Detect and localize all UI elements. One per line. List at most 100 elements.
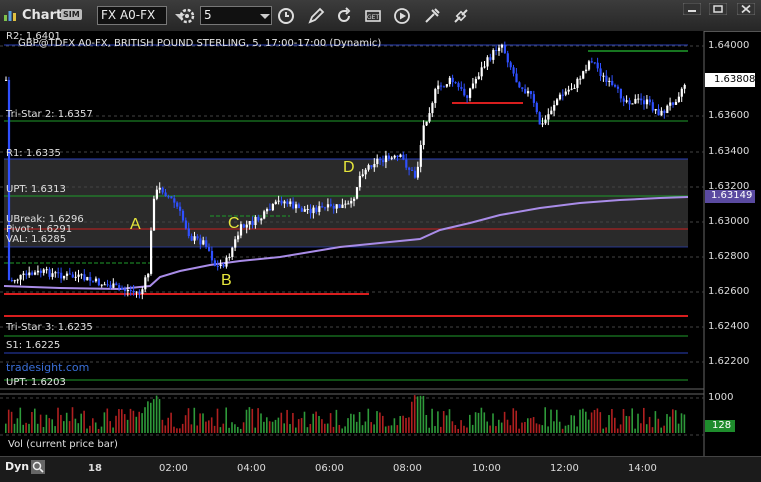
candle [576, 78, 579, 88]
candle [228, 257, 231, 259]
candle [387, 155, 390, 159]
volume-bar [277, 417, 280, 433]
candle [593, 62, 596, 64]
candle [25, 273, 28, 276]
volume-bar [83, 410, 85, 433]
volume-bar [51, 419, 53, 433]
volume-bar [361, 425, 364, 433]
candle [106, 284, 109, 286]
level-upt-2: UPT: 1.6203 [6, 377, 66, 388]
candle [300, 208, 303, 212]
candle [71, 274, 74, 278]
candle [663, 110, 666, 114]
candle [251, 221, 254, 226]
candle [573, 87, 576, 89]
volume-bar [289, 424, 291, 433]
candle [254, 216, 257, 226]
candle [31, 272, 34, 275]
volume-bar [596, 408, 599, 433]
volume-bar [657, 418, 660, 433]
volume-bar [16, 418, 19, 433]
candle [158, 187, 161, 190]
volume-bar [48, 418, 51, 433]
volume-last-flag: 128 [712, 420, 732, 431]
volume-bar [541, 425, 544, 433]
candle [640, 98, 643, 101]
candle [135, 291, 138, 293]
candle [608, 80, 611, 82]
time-label: 18 [88, 463, 102, 474]
volume-bar [245, 409, 248, 433]
candle [527, 91, 530, 94]
candle [524, 88, 527, 94]
candle [402, 154, 405, 160]
candle [271, 204, 274, 211]
candle [451, 77, 454, 83]
volume-bar [71, 407, 74, 433]
candle [619, 88, 622, 99]
candle [442, 86, 446, 88]
volume-bar [576, 426, 578, 433]
candle [303, 209, 306, 212]
volume-bar [22, 424, 24, 433]
volume-bar [355, 421, 358, 433]
volume-bar [329, 413, 332, 433]
annotation-b: B [221, 272, 232, 289]
candle [495, 50, 498, 52]
volume-bar [382, 415, 384, 433]
volume-bar [431, 408, 433, 433]
price-chart[interactable]: A B C D [0, 0, 761, 481]
candle [97, 278, 100, 286]
volume-bar [28, 423, 30, 433]
volume-bar [674, 410, 677, 433]
volume-bar [422, 395, 425, 433]
volume-bar [123, 414, 126, 433]
candle [234, 239, 237, 248]
volume-bar [263, 421, 265, 433]
candle [245, 224, 248, 228]
candle [457, 83, 460, 88]
candle [63, 275, 66, 279]
volume-bar [100, 426, 103, 433]
bottom-tab[interactable]: Dyn [5, 460, 29, 473]
volume-bar [208, 420, 210, 433]
volume-bar [573, 415, 575, 433]
volume-bar [579, 409, 581, 433]
candle [109, 284, 112, 288]
candle [518, 82, 521, 88]
volume-bar [616, 428, 619, 433]
candle [132, 290, 135, 292]
candle [506, 53, 509, 63]
candle [260, 218, 263, 221]
volume-bar [651, 427, 654, 433]
volume-bar [97, 428, 100, 433]
volume-bar [292, 412, 294, 433]
volume-bar [402, 415, 404, 433]
candle [448, 77, 451, 85]
volume-bar [535, 423, 538, 433]
candle [83, 274, 86, 281]
candle [324, 207, 327, 209]
volume-bar [268, 421, 271, 433]
candle [152, 198, 156, 231]
candle [231, 247, 234, 258]
candle [579, 78, 582, 80]
zoom-icon[interactable] [31, 460, 45, 474]
volume-bar [437, 411, 439, 433]
candle [454, 82, 457, 84]
candle [39, 270, 42, 273]
candle [121, 287, 124, 290]
volume-bar [121, 409, 123, 433]
candle [45, 269, 48, 271]
candle [161, 187, 164, 193]
candle [637, 98, 640, 100]
candle [138, 291, 141, 294]
volume-bar [387, 425, 390, 433]
candle [16, 279, 19, 281]
candle [643, 100, 646, 105]
volume-bar [506, 419, 509, 433]
candle [399, 154, 402, 157]
volume-bar [567, 424, 570, 433]
candle [341, 204, 344, 208]
candle [680, 88, 683, 97]
